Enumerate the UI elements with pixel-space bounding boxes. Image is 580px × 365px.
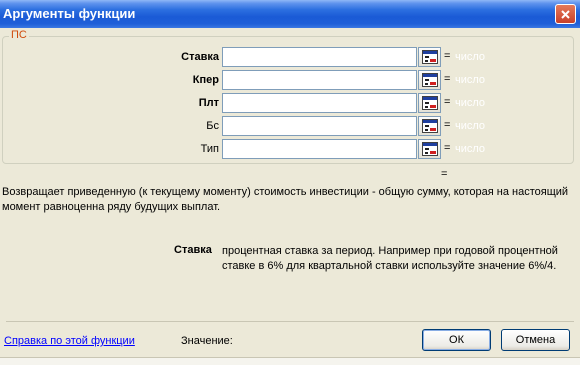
argument-row-fv: Бс = число xyxy=(3,116,575,136)
equals-sign: = xyxy=(444,50,451,62)
argument-result: число xyxy=(455,143,486,155)
collapse-dialog-button[interactable] xyxy=(418,139,441,159)
rate-input[interactable] xyxy=(222,47,417,67)
argument-label: Кпер xyxy=(192,74,219,86)
value-label: Значение: xyxy=(181,335,233,347)
argument-result: число xyxy=(455,51,486,63)
window-title: Аргументы функции xyxy=(3,6,136,21)
equals-sign: = xyxy=(444,142,451,154)
collapse-dialog-icon xyxy=(422,50,438,64)
footer-divider xyxy=(6,321,574,322)
cancel-button[interactable]: Отмена xyxy=(501,329,570,351)
argument-label: Ставка xyxy=(181,51,219,63)
equals-sign: = xyxy=(444,96,451,108)
arguments-group: ПС Ставка = число Кпер = число Плт = чис… xyxy=(2,29,575,164)
function-arguments-dialog: Аргументы функции ПС Ставка = число Кпер… xyxy=(0,0,580,365)
argument-label: Тип xyxy=(200,143,219,155)
function-description: Возвращает приведенную (к текущему момен… xyxy=(2,186,569,213)
type-input[interactable] xyxy=(222,139,417,159)
current-argument-name: Ставка xyxy=(174,244,212,256)
function-help-link[interactable]: Справка по этой функции xyxy=(4,335,135,347)
close-button[interactable] xyxy=(555,4,576,24)
equals-sign: = xyxy=(444,73,451,85)
argument-row-type: Тип = число xyxy=(3,139,575,159)
formula-result-equals: = xyxy=(441,168,448,180)
collapse-dialog-button[interactable] xyxy=(418,47,441,67)
argument-label: Бс xyxy=(206,120,219,132)
argument-result: число xyxy=(455,97,486,109)
collapse-dialog-button[interactable] xyxy=(418,70,441,90)
ok-button[interactable]: ОК xyxy=(422,329,491,351)
argument-label: Плт xyxy=(198,97,219,109)
collapse-dialog-icon xyxy=(422,142,438,156)
argument-result: число xyxy=(455,120,486,132)
fv-input[interactable] xyxy=(222,116,417,136)
collapse-dialog-button[interactable] xyxy=(418,116,441,136)
collapse-dialog-button[interactable] xyxy=(418,93,441,113)
collapse-dialog-icon xyxy=(422,96,438,110)
argument-result: число xyxy=(455,74,486,86)
title-bar[interactable]: Аргументы функции xyxy=(0,0,580,28)
function-name-legend: ПС xyxy=(9,29,29,41)
collapse-dialog-icon xyxy=(422,119,438,133)
equals-sign: = xyxy=(444,119,451,131)
close-icon xyxy=(561,10,570,19)
argument-row-pmt: Плт = число xyxy=(3,93,575,113)
argument-row-nper: Кпер = число xyxy=(3,70,575,90)
nper-input[interactable] xyxy=(222,70,417,90)
argument-row-rate: Ставка = число xyxy=(3,47,575,67)
collapse-dialog-icon xyxy=(422,73,438,87)
pmt-input[interactable] xyxy=(222,93,417,113)
current-argument-description: процентная ставка за период. Например пр… xyxy=(222,245,558,272)
